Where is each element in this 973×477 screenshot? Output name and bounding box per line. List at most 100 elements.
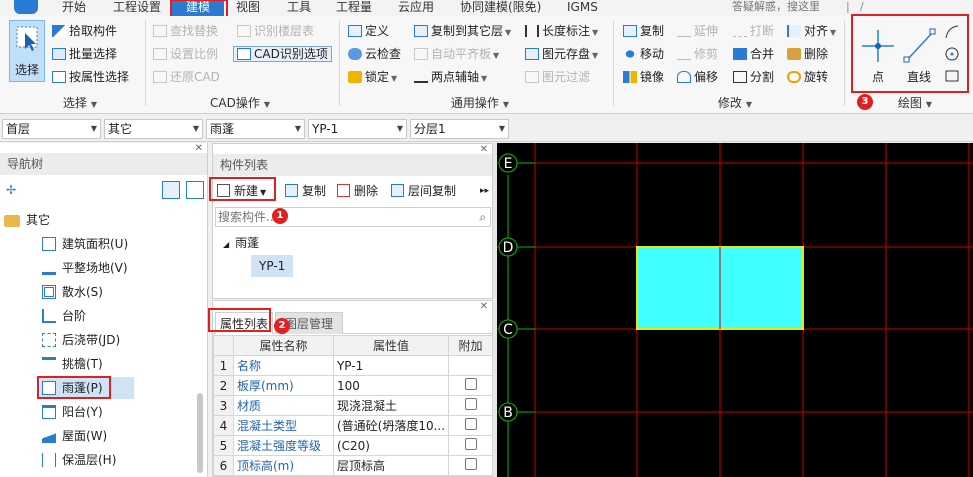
modify-group-label[interactable]: 修改 ▼ [695, 94, 775, 110]
mirror-button[interactable]: 镜像 [623, 68, 664, 86]
element-filter-button[interactable]: 图元过滤 [525, 68, 590, 86]
save-element-button[interactable]: 图元存盘 ▼ [525, 45, 598, 63]
component-select[interactable]: YP-1 ▼ [308, 119, 407, 139]
tree-category-other[interactable]: 其它 [4, 209, 50, 231]
attach-checkbox[interactable] [464, 418, 477, 430]
batch-select-button[interactable]: 批量选择 [52, 45, 117, 63]
two-point-axis-button[interactable]: 两点辅轴 ▼ [414, 68, 487, 86]
menu-quantity[interactable]: 工程量 [336, 0, 380, 16]
component-group-canopy[interactable]: ◢ 雨蓬 [223, 232, 259, 254]
cad-group-label[interactable]: CAD操作 ▼ [195, 94, 285, 110]
tree-item[interactable]: 保温层(H) [42, 449, 116, 471]
lock-button[interactable]: 锁定 ▼ [348, 68, 397, 86]
attr-value-cell[interactable]: 100 [332, 375, 450, 396]
floor-select[interactable]: 首层 ▼ [2, 119, 101, 139]
menu-project-settings[interactable]: 工程设置 [113, 0, 165, 16]
length-dimension-button[interactable]: 长度标注 ▼ [525, 22, 598, 40]
find-replace-button[interactable]: 查找替换 [153, 22, 218, 40]
canvas-grid-svg[interactable]: E D C B [497, 143, 973, 477]
restore-cad-button[interactable]: 还原CAD [153, 68, 220, 86]
axis-bubble[interactable]: B [498, 402, 518, 422]
help-search-input[interactable] [732, 0, 838, 13]
attach-checkbox[interactable] [464, 398, 477, 410]
rotate-button[interactable]: 旋转 [787, 68, 828, 86]
attach-checkbox[interactable] [464, 458, 477, 470]
nav-scrollbar[interactable] [197, 393, 203, 473]
menu-collab[interactable]: 协同建模(限免) [460, 0, 550, 16]
merge-button[interactable]: 合并 [733, 45, 774, 63]
component-search-input[interactable] [218, 210, 458, 224]
select-big-button[interactable]: 选择 [9, 20, 45, 82]
tree-item[interactable]: 后浇带(JD) [42, 329, 120, 351]
table-row[interactable]: 4 混凝土类型 (普通砼(坍落度10... [213, 415, 493, 436]
menu-tools[interactable]: 工具 [287, 0, 317, 16]
tree-item[interactable]: 阳台(Y) [42, 401, 103, 423]
table-row[interactable]: 5 混凝土强度等级 (C20) [213, 435, 493, 456]
menu-cloud[interactable]: 云应用 [398, 0, 442, 16]
attr-value-cell[interactable]: 现浇混凝土 [332, 395, 450, 416]
list-view-icon[interactable] [162, 181, 180, 199]
copy-to-other-floor-button[interactable]: 复制到其它层 ▼ [414, 22, 511, 40]
select-by-attr-button[interactable]: 按属性选择 [52, 68, 129, 86]
search-icon[interactable]: ⌕ [479, 208, 486, 226]
menu-igms[interactable]: IGMS [567, 0, 603, 16]
copy-between-floors-button[interactable]: 层间复制 [391, 181, 456, 201]
tree-item[interactable]: 平整场地(V) [42, 257, 128, 279]
align-button[interactable]: 对齐 ▼ [787, 22, 836, 40]
expand-all-icon[interactable]: ✢ [6, 183, 16, 197]
component-type-select[interactable]: 雨蓬 ▼ [206, 119, 305, 139]
table-row[interactable]: 2 板厚(mm) 100 [213, 375, 493, 396]
attr-value-cell[interactable]: YP-1 [332, 355, 450, 376]
draw-group-label[interactable]: 绘图 ▼ [880, 94, 950, 110]
tree-item[interactable]: 建筑面积(U) [42, 233, 128, 255]
move-button[interactable]: 移动 [623, 45, 664, 63]
recognize-floor-table-button[interactable]: 识别楼层表 [237, 22, 314, 40]
trim-button[interactable]: 修剪 [677, 45, 718, 63]
axis-bubble[interactable]: E [498, 153, 518, 173]
offset-button[interactable]: 偏移 [677, 68, 718, 86]
component-search[interactable]: ⌕ [215, 207, 491, 227]
table-row[interactable]: 3 材质 现浇混凝土 [213, 395, 493, 416]
close-icon[interactable]: ✕ [480, 301, 488, 312]
axis-bubble[interactable]: D [498, 237, 518, 257]
collapse-icon[interactable]: ◢ [223, 240, 229, 249]
axis-bubble[interactable]: C [498, 319, 518, 339]
tree-item[interactable]: 挑檐(T) [42, 353, 103, 375]
cad-options-button[interactable]: CAD识别选项 [233, 45, 332, 63]
extend-button[interactable]: 延伸 [677, 22, 718, 40]
grid-view-icon[interactable] [186, 181, 204, 199]
tree-item[interactable]: 散水(S) [42, 281, 103, 303]
define-button[interactable]: 定义 [348, 22, 389, 40]
set-scale-button[interactable]: 设置比例 [153, 45, 218, 63]
copy-button[interactable]: 复制 [623, 22, 664, 40]
cloud-check-button[interactable]: 云检查 [348, 45, 401, 63]
attr-value-cell[interactable]: 层顶标高 [332, 455, 450, 476]
select-group-label[interactable]: 选择 ▼ [40, 94, 120, 110]
app-logo-icon[interactable] [14, 0, 38, 14]
pick-component-button[interactable]: 拾取构件 [52, 22, 117, 40]
table-row[interactable]: 6 顶标高(m) 层顶标高 [213, 455, 493, 476]
break-button[interactable]: 打断 [733, 22, 774, 40]
menu-extra-icon[interactable]: ∕ [860, 0, 864, 14]
delete-button[interactable]: 删除 [787, 45, 828, 63]
auto-align-slab-button[interactable]: 自动平齐板 ▼ [414, 45, 499, 63]
menu-view[interactable]: 视图 [236, 0, 266, 16]
layer-select[interactable]: 分层1 ▼ [410, 119, 509, 139]
help-search[interactable] [728, 0, 838, 15]
split-button[interactable]: 分割 [733, 68, 774, 86]
attach-checkbox[interactable] [464, 378, 477, 390]
category-select[interactable]: 其它 ▼ [104, 119, 203, 139]
menu-start[interactable]: 开始 [62, 0, 92, 16]
table-row[interactable]: 1 名称 YP-1 [213, 355, 493, 376]
more-icon[interactable]: ▸▸ [480, 181, 489, 201]
menu-nav-icon[interactable]: | [846, 0, 850, 14]
copy-component-button[interactable]: 复制 [285, 181, 326, 201]
tree-item[interactable]: 屋面(W) [42, 425, 107, 447]
common-group-label[interactable]: 通用操作 ▼ [430, 94, 530, 110]
attr-value-cell[interactable]: (普通砼(坍落度10... [332, 415, 450, 436]
attach-checkbox[interactable] [464, 438, 477, 450]
attr-value-cell[interactable]: (C20) [332, 435, 450, 456]
tree-item[interactable]: 台阶 [42, 305, 86, 327]
component-item-yp1[interactable]: YP-1 [251, 255, 294, 277]
delete-component-button[interactable]: 删除 [337, 181, 378, 201]
